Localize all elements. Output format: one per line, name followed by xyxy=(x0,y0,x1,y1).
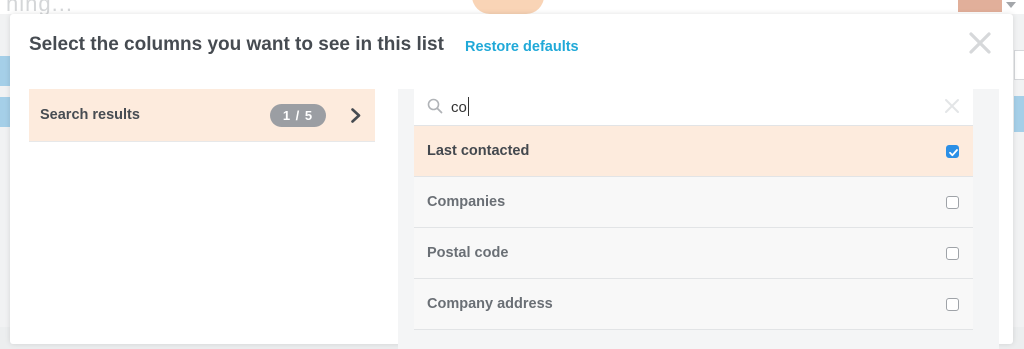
modal-title: Select the columns you want to see in th… xyxy=(29,34,444,55)
background-right-button xyxy=(1014,96,1024,132)
option-label: Last contacted xyxy=(427,143,530,159)
checkbox[interactable] xyxy=(946,196,959,209)
column-option-list: Last contacted Companies Postal code Com… xyxy=(414,126,973,330)
checkbox[interactable] xyxy=(946,247,959,260)
background-right-input xyxy=(1014,50,1024,80)
background-left-button xyxy=(0,97,10,127)
chevron-right-icon xyxy=(350,108,362,123)
column-option-companies[interactable]: Companies xyxy=(414,177,973,228)
option-label: Company address xyxy=(427,296,553,312)
search-bar xyxy=(414,89,973,126)
checkbox[interactable] xyxy=(946,298,959,311)
clear-icon[interactable] xyxy=(944,98,960,114)
background-logo xyxy=(472,0,544,14)
checkbox-checked[interactable] xyxy=(946,145,959,158)
text-cursor xyxy=(468,97,469,116)
close-icon[interactable] xyxy=(968,31,992,55)
option-label: Postal code xyxy=(427,245,509,261)
category-search-results[interactable]: Search results 1 / 5 xyxy=(29,89,375,142)
restore-defaults-link[interactable]: Restore defaults xyxy=(465,39,579,55)
option-label: Companies xyxy=(427,194,506,210)
category-label: Search results xyxy=(40,107,140,123)
search-input[interactable] xyxy=(451,96,931,118)
column-option-postal-code[interactable]: Postal code xyxy=(414,228,973,279)
columns-modal: Select the columns you want to see in th… xyxy=(10,14,1013,349)
column-option-company-address[interactable]: Company address xyxy=(414,279,973,330)
search-icon xyxy=(427,98,443,114)
column-option-last-contacted[interactable]: Last contacted xyxy=(414,126,973,177)
background-avatar xyxy=(958,0,1002,12)
background-left-button xyxy=(0,56,10,86)
column-options-panel: Last contacted Companies Postal code Com… xyxy=(398,89,999,349)
count-badge: 1 / 5 xyxy=(270,104,326,127)
background-caret-icon xyxy=(1006,2,1016,8)
